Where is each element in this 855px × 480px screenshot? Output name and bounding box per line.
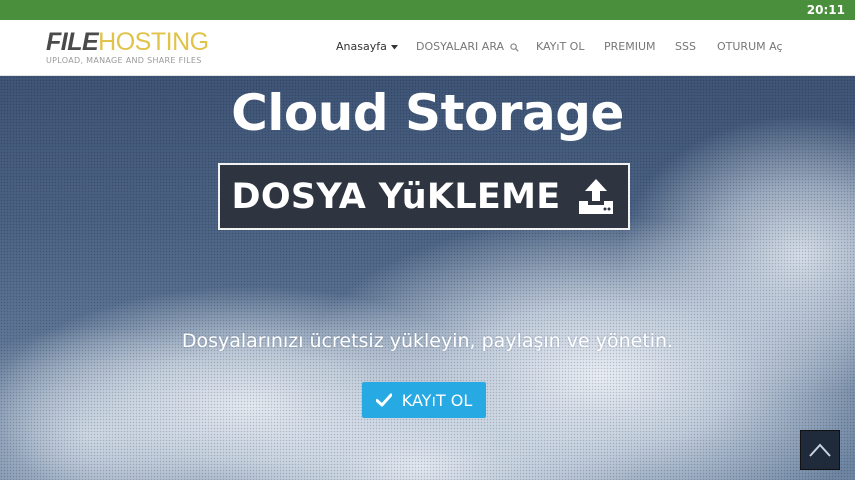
search-icon bbox=[509, 42, 519, 52]
nav-item-home[interactable]: Anasayfa bbox=[336, 40, 399, 53]
nav-item-faq[interactable]: SSS bbox=[675, 40, 696, 53]
scroll-to-top-button[interactable] bbox=[800, 430, 840, 470]
logo-wordmark: FILEHOSTING bbox=[46, 28, 209, 56]
nav-item-search-files[interactable]: DOSYALARI ARA bbox=[416, 40, 519, 53]
status-bar: 20:11 bbox=[0, 0, 855, 20]
hero-section: Cloud Storage DOSYA YüKLEME Dosyalarınız… bbox=[0, 76, 855, 480]
logo-tagline: UPLOAD, MANAGE AND SHARE FILES bbox=[46, 56, 202, 65]
register-button[interactable]: KAYıT OL bbox=[362, 382, 486, 418]
chevron-up-icon bbox=[809, 443, 831, 457]
status-time: 20:11 bbox=[806, 3, 845, 17]
top-navbar: FILEHOSTING UPLOAD, MANAGE AND SHARE FIL… bbox=[0, 20, 855, 76]
upload-icon bbox=[579, 178, 614, 214]
upload-file-button[interactable]: DOSYA YüKLEME bbox=[218, 163, 630, 230]
upload-button-label: DOSYA YüKLEME bbox=[231, 176, 561, 217]
register-button-label: KAYıT OL bbox=[401, 390, 473, 410]
nav-item-login[interactable]: OTURUM Aç bbox=[717, 40, 783, 53]
site-logo[interactable]: FILEHOSTING UPLOAD, MANAGE AND SHARE FIL… bbox=[46, 29, 209, 65]
check-icon bbox=[375, 393, 392, 407]
caret-down-icon bbox=[391, 44, 399, 49]
nav-item-premium[interactable]: PREMIUM bbox=[604, 40, 656, 53]
hero-subtitle: Dosyalarınızı ücretsiz yükleyin, paylaşı… bbox=[181, 330, 674, 352]
nav-item-register[interactable]: KAYıT OL bbox=[536, 40, 584, 53]
hero-title: Cloud Storage bbox=[231, 84, 624, 142]
